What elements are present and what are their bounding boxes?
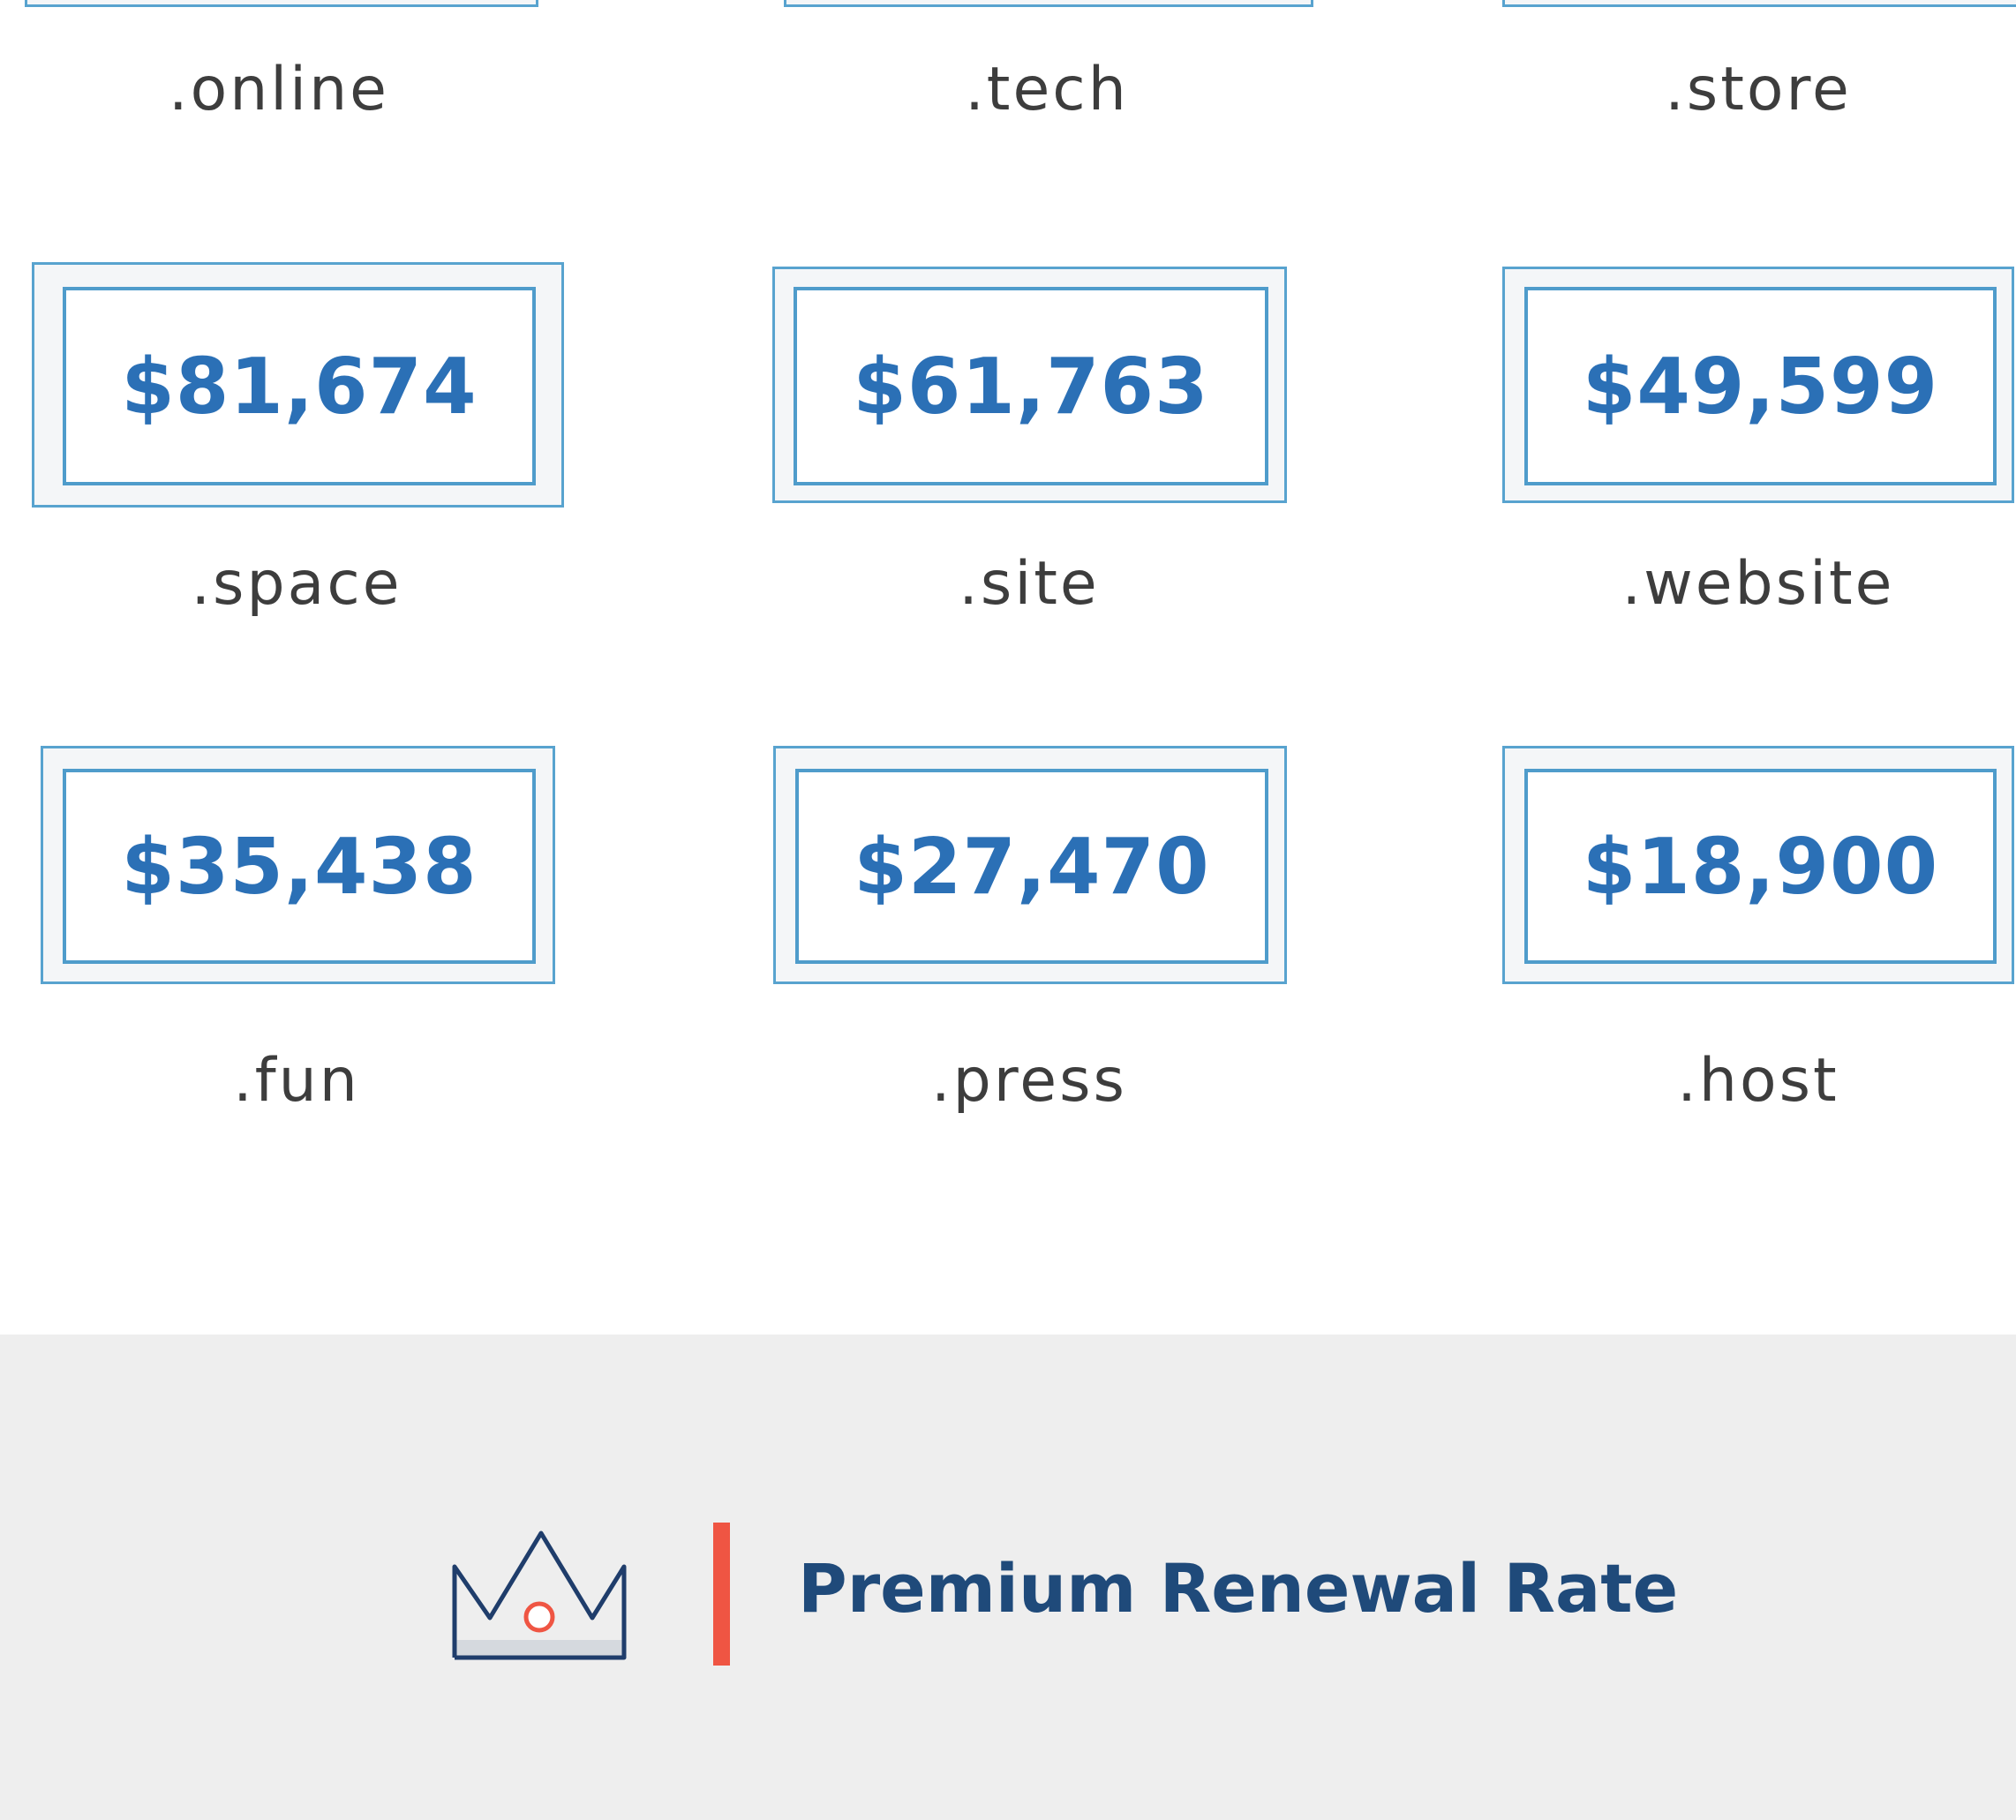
tld-label-website: .website	[1621, 549, 1895, 619]
crown-icon	[452, 1530, 627, 1660]
price-box-top-tech	[784, 0, 1313, 7]
tld-label-site: .site	[959, 549, 1100, 619]
accent-divider	[713, 1523, 730, 1666]
price-box-website: $49,599	[1502, 267, 2014, 503]
price-box-fun: $35,438	[41, 746, 555, 984]
tld-label-space: .space	[191, 549, 402, 619]
price-value: $61,763	[853, 341, 1209, 432]
price-value: $35,438	[121, 821, 478, 912]
tld-label-online: .online	[168, 55, 390, 124]
price-value: $81,674	[121, 341, 478, 432]
price-box-site: $61,763	[772, 267, 1287, 503]
price-value: $27,470	[854, 821, 1210, 912]
price-box-top-store	[1502, 0, 2016, 7]
tld-label-tech: .tech	[965, 55, 1129, 124]
tld-label-fun: .fun	[233, 1046, 360, 1116]
price-box-space: $81,674	[32, 262, 564, 508]
tld-label-store: .store	[1665, 55, 1852, 124]
price-box-host: $18,900	[1502, 746, 2014, 984]
tld-label-host: .host	[1677, 1046, 1839, 1116]
price-box-top-online	[25, 0, 538, 7]
price-box-press: $27,470	[773, 746, 1287, 984]
price-value: $18,900	[1582, 821, 1939, 912]
price-value: $49,599	[1582, 341, 1939, 432]
footer-title: Premium Renewal Rate	[798, 1549, 1679, 1628]
tld-label-press: .press	[931, 1046, 1127, 1116]
